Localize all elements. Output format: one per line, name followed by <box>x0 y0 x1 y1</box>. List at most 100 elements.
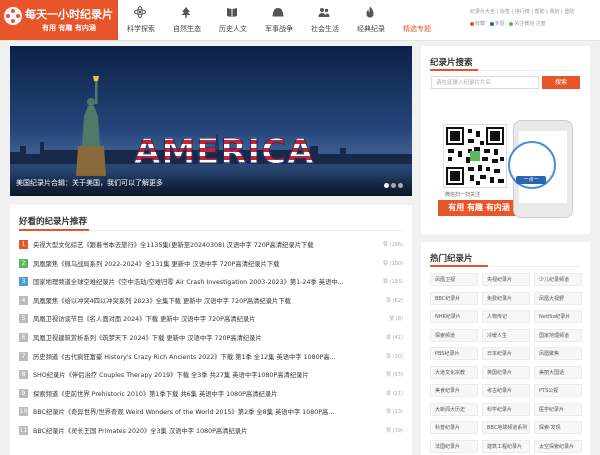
carousel-dot[interactable] <box>391 183 396 188</box>
nav-item-classic[interactable]: 经典纪录 <box>348 0 394 40</box>
list-item[interactable]: 10 BBC纪录片《奇异世界/世界奇观 Weird Wonders of the … <box>19 405 403 419</box>
item-title[interactable]: 国家地理频道全球空难纪录片《空中浩劫/空难归零 Air Crash Invest… <box>33 277 363 286</box>
like-count[interactable]: 赞 (55) <box>369 371 403 378</box>
item-title[interactable]: SHO纪录片《伴侣治疗 Couples Therapy 2019》下载 全3季 … <box>33 370 363 379</box>
hot-tag[interactable]: 英国纪录片 <box>482 365 530 379</box>
hot-tag[interactable]: 法国纪录片 <box>430 439 478 453</box>
like-count[interactable]: 赞 (21) <box>369 390 403 397</box>
banner-headline: AMERICA <box>133 132 315 173</box>
like-count[interactable]: 赞 (100) <box>369 260 403 267</box>
nav-item-history[interactable]: 历史人文 <box>210 0 256 40</box>
carousel-dot[interactable] <box>398 183 403 188</box>
item-title[interactable]: 历史频道《古代疯狂富豪 History's Crazy Rich Ancient… <box>33 352 363 361</box>
list-item[interactable]: 2 凤凰聚焦《佩乌战局系列 2022-2024》全131集 更新中 汉语中字 72… <box>19 257 403 271</box>
hot-tag[interactable]: 科普纪录片 <box>430 421 478 434</box>
list-item[interactable]: 6 凤凰卫视建筑赏析系列《筑梦天下 2024》下载 更新中 汉语中字 720P高清… <box>19 331 403 345</box>
nav-item-society[interactable]: 社会生活 <box>302 0 348 40</box>
list-item[interactable]: 1 央视大型文化综艺《跟着书本去旅行》全1135集(更新至20240308) 汉语… <box>19 238 403 252</box>
item-title[interactable]: 央视大型文化综艺《跟着书本去旅行》全1135集(更新至20240308) 汉语中… <box>33 240 363 249</box>
banner-caption[interactable]: 美国纪录片合辑：关于美国，我们可以了解更多 <box>16 178 163 188</box>
hot-tag[interactable]: 凤凰聚焦 <box>534 347 582 360</box>
hot-tag[interactable]: 探索·发现 <box>534 421 582 434</box>
section-divider <box>430 265 581 267</box>
like-count[interactable]: 赞 (62) <box>369 297 403 304</box>
hot-tag[interactable]: 人物传记 <box>482 310 530 323</box>
statue-of-liberty-image <box>76 76 106 176</box>
nav-item-featured[interactable]: 精选专题 <box>394 0 440 40</box>
nav-label: 军事战争 <box>265 25 293 33</box>
hot-tag[interactable]: 国家地理频道 <box>534 328 582 342</box>
phone-illustration: 一点一 <box>508 120 573 218</box>
hot-tag[interactable]: 免费纪录片 <box>482 291 530 305</box>
hot-tag[interactable]: 少儿纪录频道 <box>534 273 582 286</box>
site-logo[interactable]: 每天一小时纪录片 有用 有趣 有内涵 <box>0 0 118 40</box>
rank-badge: 6 <box>19 333 28 342</box>
list-item[interactable]: 4 凤凰聚焦《给以冲突4四以冲突系列 2023》全集下载 更新中 汉语中字 720… <box>19 294 403 308</box>
hot-tag[interactable]: PTS公视 <box>534 384 582 397</box>
list-item[interactable]: 11 BBC纪录片《灵长王国 Primates 2020》全3集 汉语中字 108… <box>19 424 403 438</box>
hot-tags-panel: 热门纪录片 凤凰卫视 央视纪录片 少儿纪录频道 BBC纪录片 免费纪录片 凤凰大视野 NHK… <box>421 242 590 455</box>
list-item[interactable]: 9 探索频道《史前世界 Prehistoric 2010》第1季下载 共6集 英语… <box>19 387 403 401</box>
hot-tag[interactable]: 科学纪录片 <box>482 402 530 416</box>
nav-item-nature[interactable]: 自然生态 <box>164 0 210 40</box>
hot-tag[interactable]: BBC纪录片 <box>430 291 478 305</box>
section-divider <box>430 69 581 71</box>
book-icon <box>227 8 237 17</box>
list-item[interactable]: 3 国家地理频道全球空难纪录片《空中浩劫/空难归零 Air Crash Inves… <box>19 275 403 289</box>
hot-tag[interactable]: 日本纪录片 <box>482 347 530 360</box>
hot-tag[interactable]: 建筑工程纪录片 <box>482 439 530 453</box>
section-title: 热门纪录片 <box>430 254 473 264</box>
nav-label: 经典纪录 <box>357 25 385 33</box>
logo-title: 每天一小时纪录片 <box>25 8 113 21</box>
nav-item-science[interactable]: 科学探索 <box>118 0 164 40</box>
search-input[interactable]: 请在此输入纪录片片名 <box>431 76 539 89</box>
nav-label: 精选专题 <box>403 25 431 33</box>
list-item[interactable]: 8 SHO纪录片《伴侣治疗 Couples Therapy 2019》下载 全3季… <box>19 368 403 382</box>
item-title[interactable]: 凤凰卫视访谈节目《名人面对面 2024》下载 更新中 汉语中字 720P高清纪录… <box>33 314 363 323</box>
list-item[interactable]: 5 凤凰卫视访谈节目《名人面对面 2024》下载 更新中 汉语中字 720P高清纪… <box>19 312 403 326</box>
hot-tag[interactable]: 凤凰大视野 <box>534 291 582 305</box>
hot-tag[interactable]: 探索频道 <box>430 328 478 342</box>
like-count[interactable]: 赞 (30) <box>369 353 403 360</box>
search-panel: 纪录片搜索 请在此输入纪录片片名 搜索 微信扫一扫关注 有用 有趣 有内涵 一点… <box>421 46 590 234</box>
like-count[interactable]: 赞 (23) <box>369 408 403 415</box>
hot-tag[interactable]: 大道文化宗教 <box>430 365 478 379</box>
like-count[interactable]: 赞 (8) <box>369 315 403 322</box>
hot-tag[interactable]: 医学纪录片 <box>534 402 582 416</box>
hot-tag[interactable]: 太空探索纪录片 <box>534 439 582 453</box>
hot-tag[interactable]: PBS纪录片 <box>430 347 478 360</box>
like-count[interactable]: 赞 (193) <box>369 278 403 285</box>
nav-label: 社会生活 <box>311 25 339 33</box>
item-title[interactable]: BBC纪录片《奇异世界/世界奇观 Weird Wonders of the Wo… <box>33 407 363 416</box>
wechat-caption: 微信扫一扫关注 <box>445 192 481 198</box>
hot-tag[interactable]: Netflix纪录片 <box>534 310 582 323</box>
item-title[interactable]: 凤凰聚焦《佩乌战局系列 2022-2024》全131集 更新中 汉语中字 720… <box>33 259 363 268</box>
hot-tag[interactable]: 美丽大国话 <box>534 365 582 379</box>
top-links[interactable]: 纪录片大全 | 标签 | 排行榜 | 帮助 | 我的 | 登陆 <box>470 8 574 15</box>
hot-tag[interactable]: 美食纪录片 <box>430 384 478 397</box>
main-nav: 科学探索 自然生态 历史人文 军事战争 社会生活 经典纪录 精选专题 <box>118 0 440 40</box>
hot-tag[interactable]: BBC地球频道系列 <box>482 421 530 434</box>
carousel-dot[interactable] <box>384 183 389 188</box>
item-title[interactable]: 凤凰聚焦《给以冲突4四以冲突系列 2023》全集下载 更新中 汉语中字 720P… <box>33 296 363 305</box>
top-links-secondary[interactable]: 收藏 专题 关注微信 注册 <box>470 20 546 27</box>
item-title[interactable]: 凤凰卫视建筑赏析系列《筑梦天下 2024》下载 更新中 汉语中字 720P高清纪… <box>33 333 363 342</box>
like-count[interactable]: 赞 (39) <box>369 427 403 434</box>
search-button[interactable]: 搜索 <box>542 76 580 89</box>
like-count[interactable]: 赞 (41) <box>369 334 403 341</box>
item-title[interactable]: 探索频道《史前世界 Prehistoric 2010》第1季下载 共6集 英语中… <box>33 389 363 398</box>
rank-badge: 4 <box>19 295 28 305</box>
like-count[interactable]: 赞 (286) <box>369 241 403 248</box>
hot-tag[interactable]: 冷暖人生 <box>482 328 530 342</box>
hero-banner[interactable]: AMERICA 美国纪录片合辑：关于美国，我们可以了解更多 <box>10 46 412 196</box>
item-title[interactable]: BBC纪录片《灵长王国 Primates 2020》全3集 汉语中字 1080P… <box>33 426 363 435</box>
atom-icon <box>134 6 146 18</box>
hot-tag[interactable]: 考古纪录片 <box>482 384 530 397</box>
hot-tag[interactable]: 大新闻大历史 <box>430 402 478 416</box>
hot-tag[interactable]: 央视纪录片 <box>482 273 530 286</box>
hot-tag[interactable]: 凤凰卫视 <box>430 273 478 286</box>
hot-tag[interactable]: NHK纪录片 <box>430 310 478 323</box>
flame-icon <box>366 6 374 18</box>
list-item[interactable]: 7 历史频道《古代疯狂富豪 History's Crazy Rich Ancien… <box>19 350 403 364</box>
nav-item-military[interactable]: 军事战争 <box>256 0 302 40</box>
